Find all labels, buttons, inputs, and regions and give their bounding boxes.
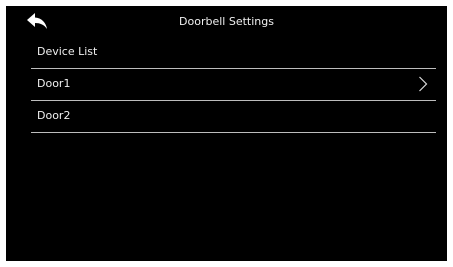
chevron-right-icon (418, 76, 428, 92)
list-item-door2[interactable]: Door2 (31, 101, 436, 131)
list-item-label: Door1 (37, 77, 71, 90)
list-item-door1[interactable]: Door1 (31, 69, 436, 99)
list-item-label: Door2 (37, 109, 71, 122)
doorbell-settings-screen: Doorbell Settings Device List Door1 Door… (6, 6, 447, 261)
header: Doorbell Settings (6, 6, 447, 36)
page-title: Doorbell Settings (179, 15, 274, 28)
device-list-label: Device List (37, 45, 98, 58)
divider (31, 132, 436, 133)
